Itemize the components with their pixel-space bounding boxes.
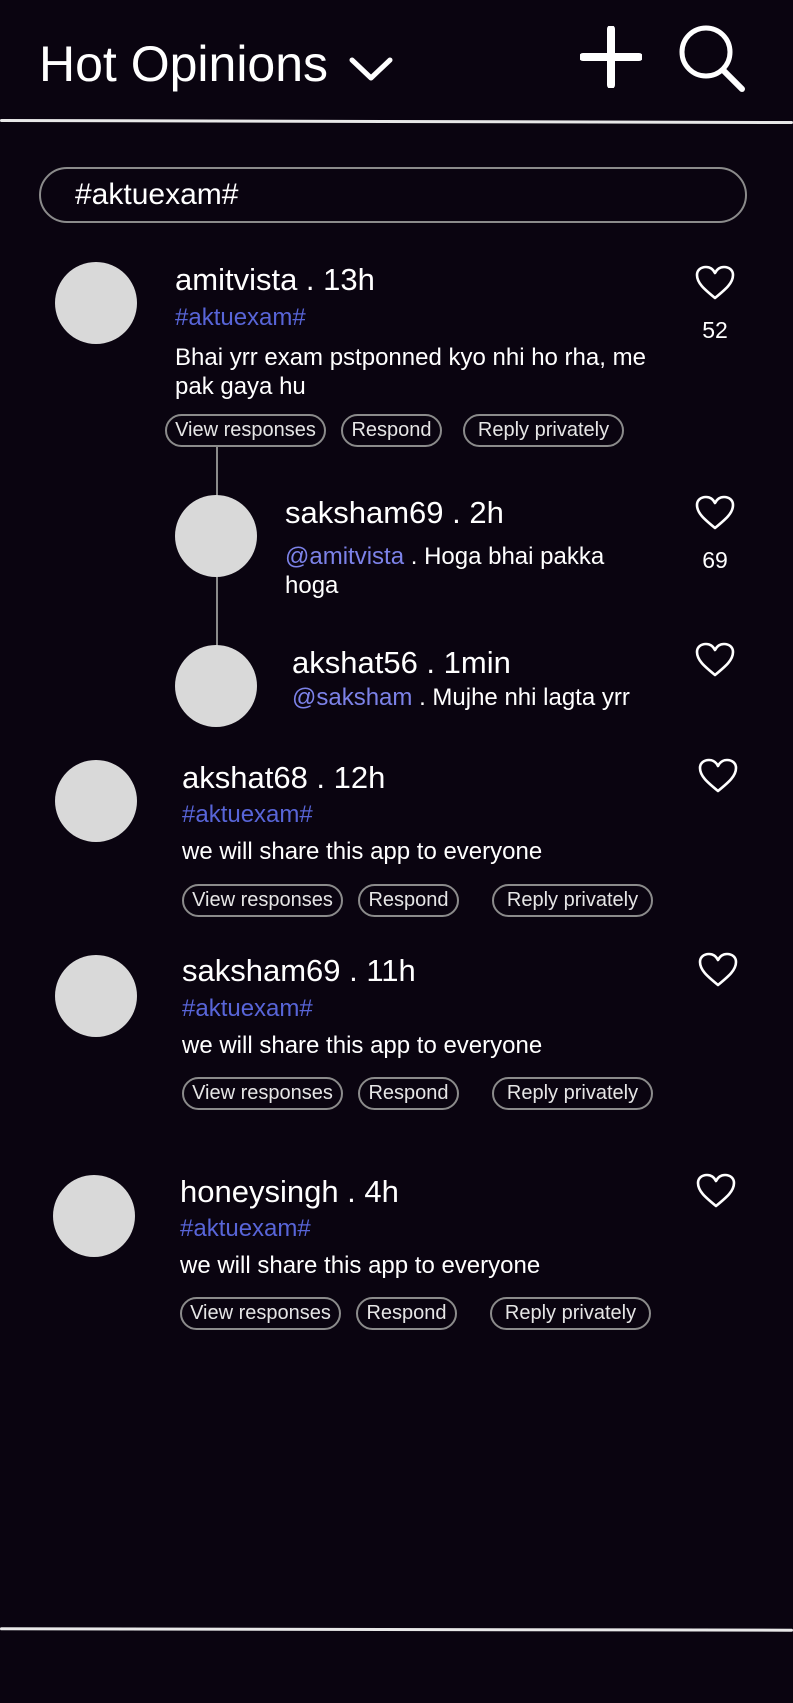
- post-text: we will share this app to everyone: [182, 1032, 543, 1059]
- respond-button[interactable]: Respond: [356, 1297, 457, 1330]
- reply-text-line: . Hoga bhai pakka: [404, 543, 605, 570]
- page-title: Hot Opinions: [39, 36, 329, 92]
- avatar[interactable]: [53, 1175, 135, 1257]
- post-text-line: pak gaya hu: [175, 373, 306, 400]
- reply-privately-button[interactable]: Reply privately: [490, 1297, 651, 1330]
- reply-text-line: . Mujhe nhi lagta yrr: [412, 684, 630, 711]
- like-count: 69: [702, 547, 728, 573]
- post-user[interactable]: honeysingh . 4h: [180, 1174, 399, 1210]
- respond-button[interactable]: Respond: [341, 414, 442, 447]
- heart-icon[interactable]: [695, 495, 735, 531]
- heart-icon[interactable]: [698, 758, 738, 794]
- avatar[interactable]: [55, 955, 137, 1037]
- reply-privately-button[interactable]: Reply privately: [463, 414, 624, 447]
- hashtag-search-field[interactable]: [39, 167, 747, 223]
- avatar[interactable]: [175, 495, 257, 577]
- chevron-down-icon[interactable]: [348, 54, 394, 84]
- reply-mention[interactable]: @amitvista: [285, 543, 404, 570]
- view-responses-button[interactable]: View responses: [182, 884, 343, 917]
- reply-text-line: hoga: [285, 572, 339, 599]
- heart-icon[interactable]: [695, 642, 735, 678]
- respond-button[interactable]: Respond: [358, 1077, 459, 1110]
- reply-privately-button[interactable]: Reply privately: [492, 884, 653, 917]
- like-count: 52: [702, 317, 728, 343]
- post-user[interactable]: saksham69 . 11h: [182, 953, 416, 989]
- reply-user[interactable]: saksham69 . 2h: [285, 495, 504, 531]
- heart-icon[interactable]: [698, 952, 738, 988]
- post-hashtag[interactable]: #aktuexam#: [180, 1214, 311, 1244]
- search-icon[interactable]: [676, 23, 746, 93]
- view-responses-button[interactable]: View responses: [180, 1297, 341, 1330]
- reply-text: @amitvista . Hoga bhai pakka hoga: [285, 542, 665, 600]
- heart-icon[interactable]: [695, 265, 735, 301]
- view-responses-button[interactable]: View responses: [165, 414, 326, 447]
- heart-icon[interactable]: [696, 1173, 736, 1209]
- post-text: we will share this app to everyone: [180, 1252, 541, 1279]
- avatar[interactable]: [175, 645, 257, 727]
- reply-privately-button[interactable]: Reply privately: [492, 1077, 653, 1110]
- post-text: Bhai yrr exam pstponned kyo nhi ho rha, …: [175, 343, 675, 401]
- plus-icon[interactable]: [580, 26, 642, 88]
- avatar[interactable]: [55, 760, 137, 842]
- view-responses-button[interactable]: View responses: [182, 1077, 343, 1110]
- hashtag-input[interactable]: [75, 177, 715, 213]
- post-text-line: Bhai yrr exam pstponned kyo nhi ho rha, …: [175, 344, 646, 371]
- footer-divider: [0, 1627, 793, 1632]
- post-text: we will share this app to everyone: [182, 838, 543, 865]
- header: Hot Opinions: [0, 0, 793, 125]
- post-hashtag[interactable]: #aktuexam#: [175, 303, 306, 333]
- respond-button[interactable]: Respond: [358, 884, 459, 917]
- post-hashtag[interactable]: #aktuexam#: [182, 800, 313, 830]
- avatar[interactable]: [55, 262, 137, 344]
- post-hashtag[interactable]: #aktuexam#: [182, 994, 313, 1024]
- reply-mention[interactable]: @saksham: [292, 684, 412, 711]
- reply-user[interactable]: akshat56 . 1min: [292, 645, 511, 681]
- post-user[interactable]: amitvista . 13h: [175, 262, 375, 298]
- reply-text: @saksham . Mujhe nhi lagta yrr: [292, 683, 692, 712]
- post-user[interactable]: akshat68 . 12h: [182, 760, 385, 796]
